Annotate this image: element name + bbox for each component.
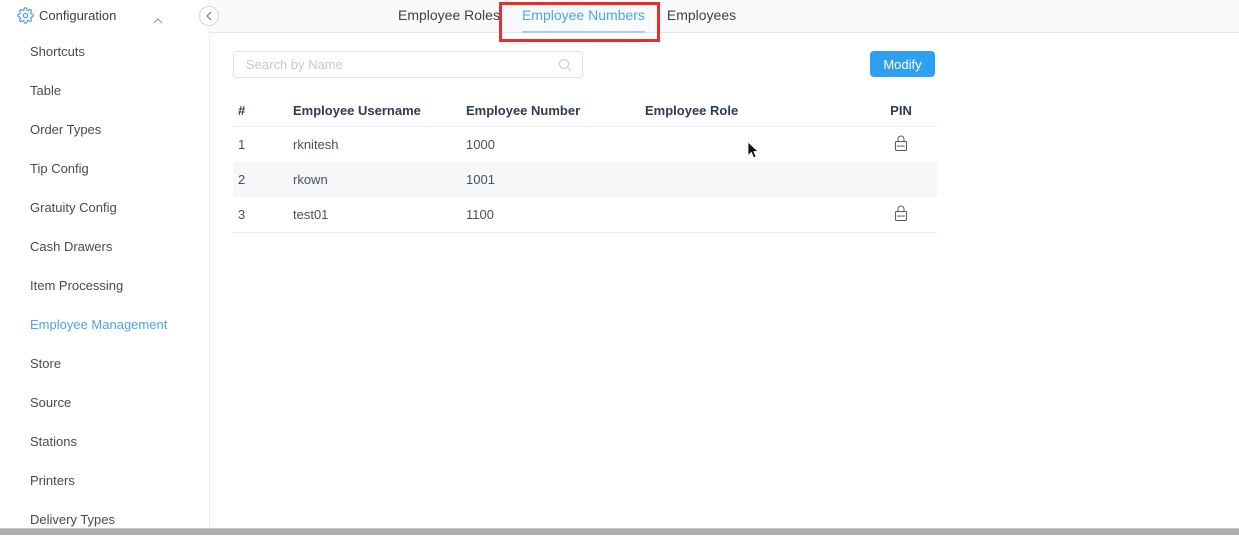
search-icon	[558, 58, 572, 72]
column-header-number: Employee Number	[466, 103, 645, 118]
cell-number: 1100	[466, 207, 645, 222]
tab-employee-roles[interactable]: Employee Roles	[398, 0, 500, 33]
app-window: Configuration Shortcuts Table Order Type…	[0, 0, 1239, 535]
sidebar-header: Configuration	[0, 0, 209, 32]
sidebar-item-source[interactable]: Source	[0, 383, 208, 422]
table-body: 1 rknitesh 1000 2 rkown 1001	[233, 127, 937, 233]
sidebar-item-store[interactable]: Store	[0, 344, 208, 383]
lock-icon	[893, 204, 909, 226]
sidebar-item-label: Store	[30, 356, 61, 371]
sidebar: Configuration Shortcuts Table Order Type…	[0, 0, 210, 528]
sidebar-item-gratuity-config[interactable]: Gratuity Config	[0, 188, 208, 227]
sidebar-item-shortcuts[interactable]: Shortcuts	[0, 32, 208, 71]
sidebar-item-item-processing[interactable]: Item Processing	[0, 266, 208, 305]
cell-number: 1001	[466, 172, 645, 187]
window-bottom-strip	[0, 528, 1239, 535]
sidebar-title: Configuration	[39, 8, 116, 23]
sidebar-item-label: Shortcuts	[30, 44, 85, 59]
sidebar-item-label: Employee Management	[30, 317, 167, 332]
table-row[interactable]: 2 rkown 1001	[233, 162, 937, 197]
column-header-username: Employee Username	[293, 103, 466, 118]
sidebar-item-label: Delivery Types	[30, 512, 115, 527]
sidebar-item-label: Cash Drawers	[30, 239, 112, 254]
table-header: # Employee Username Employee Number Empl…	[233, 95, 937, 127]
cell-username: test01	[293, 207, 466, 222]
sidebar-item-label: Stations	[30, 434, 77, 449]
sidebar-item-label: Source	[30, 395, 71, 410]
sidebar-item-printers[interactable]: Printers	[0, 461, 208, 500]
sidebar-item-cash-drawers[interactable]: Cash Drawers	[0, 227, 208, 266]
column-header-pin: PIN	[865, 103, 937, 118]
cell-index: 3	[233, 207, 293, 222]
sidebar-item-label: Printers	[30, 473, 75, 488]
tabs: Employee Roles Employee Numbers Employees	[398, 0, 736, 33]
tab-employees[interactable]: Employees	[667, 0, 736, 33]
sidebar-item-label: Item Processing	[30, 278, 123, 293]
table-row[interactable]: 3 test01 1100	[233, 197, 937, 232]
table-row[interactable]: 1 rknitesh 1000	[233, 127, 937, 162]
sidebar-items: Shortcuts Table Order Types Tip Config G…	[0, 32, 208, 539]
modify-button[interactable]: Modify	[870, 51, 935, 77]
cell-number: 1000	[466, 137, 645, 152]
gear-icon	[17, 7, 34, 24]
search-box	[233, 51, 583, 78]
cell-username: rkown	[293, 172, 466, 187]
chevron-up-icon[interactable]	[153, 11, 163, 29]
search-input[interactable]	[234, 57, 558, 72]
cell-index: 1	[233, 137, 293, 152]
sidebar-item-label: Tip Config	[30, 161, 89, 176]
tab-bar: Employee Roles Employee Numbers Employees	[210, 0, 1239, 33]
column-header-role: Employee Role	[645, 103, 865, 118]
chevron-left-icon	[206, 11, 212, 21]
sidebar-item-label: Table	[30, 83, 61, 98]
sidebar-item-tip-config[interactable]: Tip Config	[0, 149, 208, 188]
cell-index: 2	[233, 172, 293, 187]
employee-numbers-table: # Employee Username Employee Number Empl…	[233, 95, 937, 233]
sidebar-item-label: Gratuity Config	[30, 200, 117, 215]
sidebar-item-stations[interactable]: Stations	[0, 422, 208, 461]
sidebar-item-table[interactable]: Table	[0, 71, 208, 110]
sidebar-collapse-button[interactable]	[199, 6, 219, 26]
sidebar-item-employee-management[interactable]: Employee Management	[0, 305, 208, 344]
column-header-index: #	[233, 103, 293, 118]
content-area: Employee RolesEmployee NumbersEmployees …	[210, 0, 1239, 528]
sidebar-item-label: Order Types	[30, 122, 101, 137]
tab-employee-numbers[interactable]: Employee Numbers	[522, 0, 645, 33]
cell-username: rknitesh	[293, 137, 466, 152]
lock-icon	[893, 134, 909, 156]
sidebar-item-order-types[interactable]: Order Types	[0, 110, 208, 149]
